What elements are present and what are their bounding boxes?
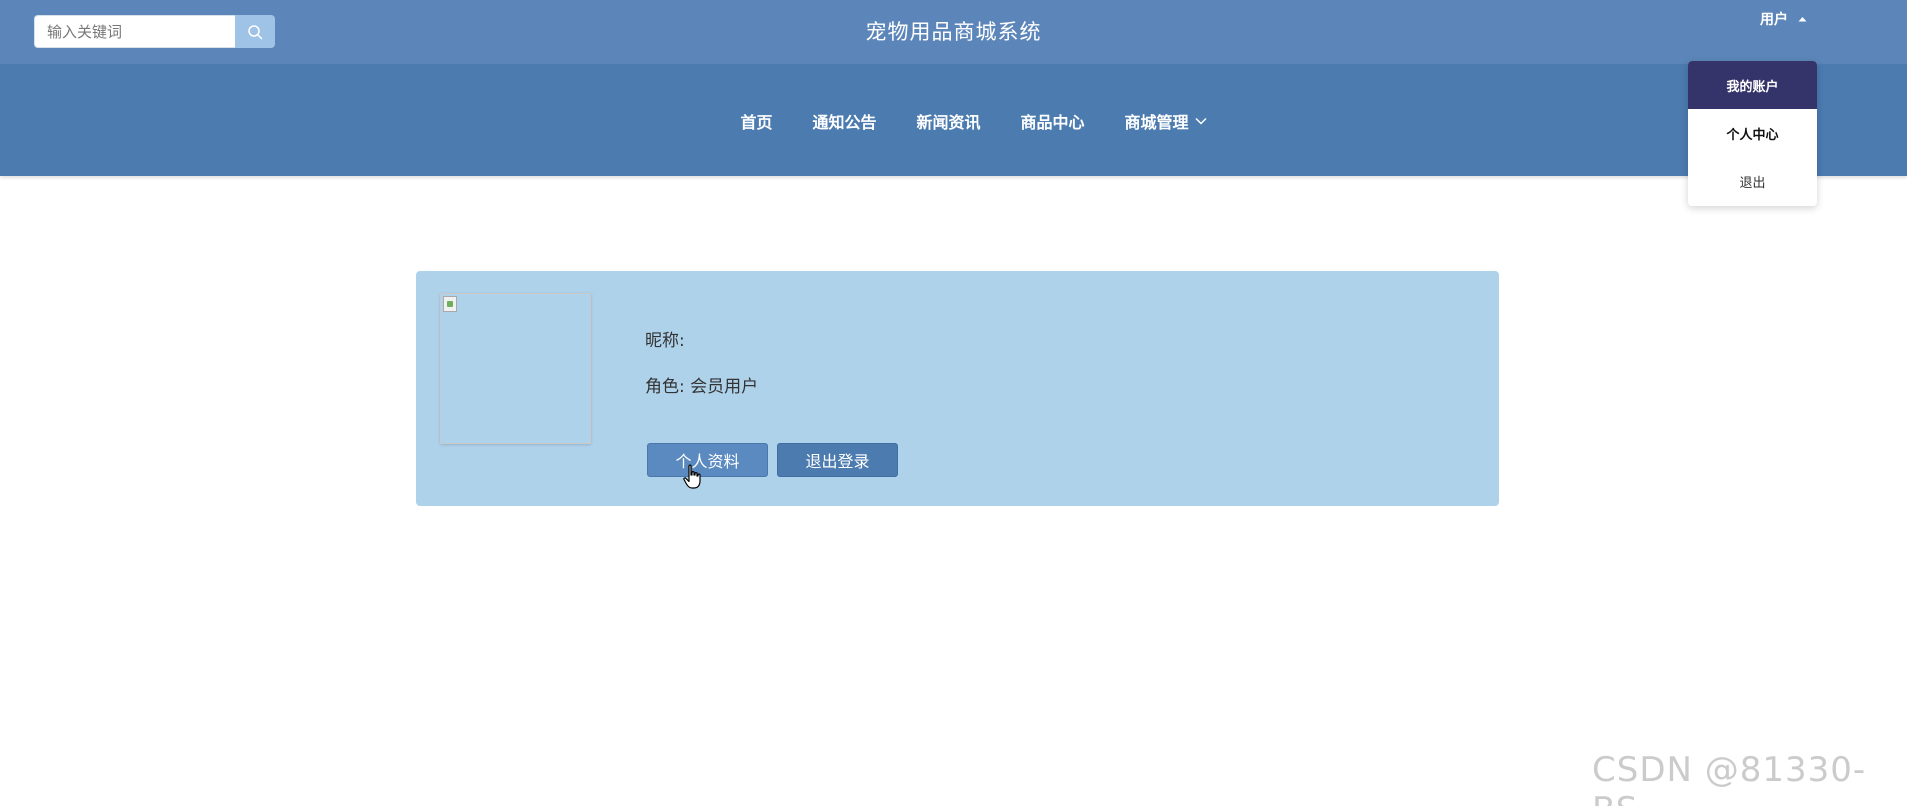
nav-home[interactable]: 首页 — [740, 109, 772, 133]
search-box — [34, 15, 275, 48]
nickname-line: 昵称: — [645, 326, 685, 351]
watermark: CSDN @81330-BS — [1592, 750, 1867, 806]
nav-news-label: 新闻资讯 — [916, 113, 981, 132]
logout-button[interactable]: 退出登录 — [777, 443, 898, 477]
search-button[interactable] — [235, 15, 275, 48]
role-value: 会员用户 — [690, 377, 759, 397]
site-title: 宠物用品商城系统 — [865, 20, 1042, 44]
role-label: 角色: — [645, 377, 685, 397]
main-nav: 首页 通知公告 新闻资讯 商品中心 商城管理 — [0, 64, 1907, 176]
dropdown-item-label: 我的账户 — [1726, 79, 1779, 95]
nav-products[interactable]: 商品中心 — [1021, 109, 1085, 133]
nav-mall-management-label: 商城管理 — [1124, 113, 1189, 132]
nav-notices[interactable]: 通知公告 — [812, 109, 876, 133]
nav-notices-label: 通知公告 — [812, 113, 877, 132]
nickname-label: 昵称: — [645, 331, 685, 351]
dropdown-item-personal-center[interactable]: 个人中心 — [1688, 109, 1817, 157]
dropdown-item-logout[interactable]: 退出 — [1688, 157, 1817, 205]
nav-news[interactable]: 新闻资讯 — [916, 109, 980, 133]
caret-up-icon — [1798, 17, 1807, 22]
search-icon — [248, 24, 263, 39]
broken-image-icon — [443, 296, 457, 312]
nav-mall-management[interactable]: 商城管理 — [1125, 109, 1207, 133]
nav-home-label: 首页 — [740, 113, 773, 132]
avatar — [440, 293, 591, 444]
dropdown-item-label: 退出 — [1739, 175, 1766, 191]
user-menu-label: 用户 — [1760, 12, 1788, 28]
nav-products-label: 商品中心 — [1020, 113, 1085, 132]
dropdown-item-label: 个人中心 — [1726, 127, 1779, 143]
role-line: 角色: 会员用户 — [645, 372, 758, 397]
dropdown-item-my-account[interactable]: 我的账户 — [1688, 61, 1817, 109]
top-bar: 宠物用品商城系统 用户 — [0, 0, 1907, 64]
profile-button[interactable]: 个人资料 — [647, 443, 768, 477]
hand-cursor-icon — [683, 464, 701, 489]
profile-card: 昵称: 角色: 会员用户 个人资料 退出登录 — [416, 271, 1499, 506]
chevron-down-icon — [1195, 117, 1207, 125]
search-input[interactable] — [34, 15, 235, 48]
user-menu-toggle[interactable]: 用户 — [1760, 9, 1807, 29]
user-dropdown-menu: 我的账户 个人中心 退出 — [1688, 61, 1817, 206]
